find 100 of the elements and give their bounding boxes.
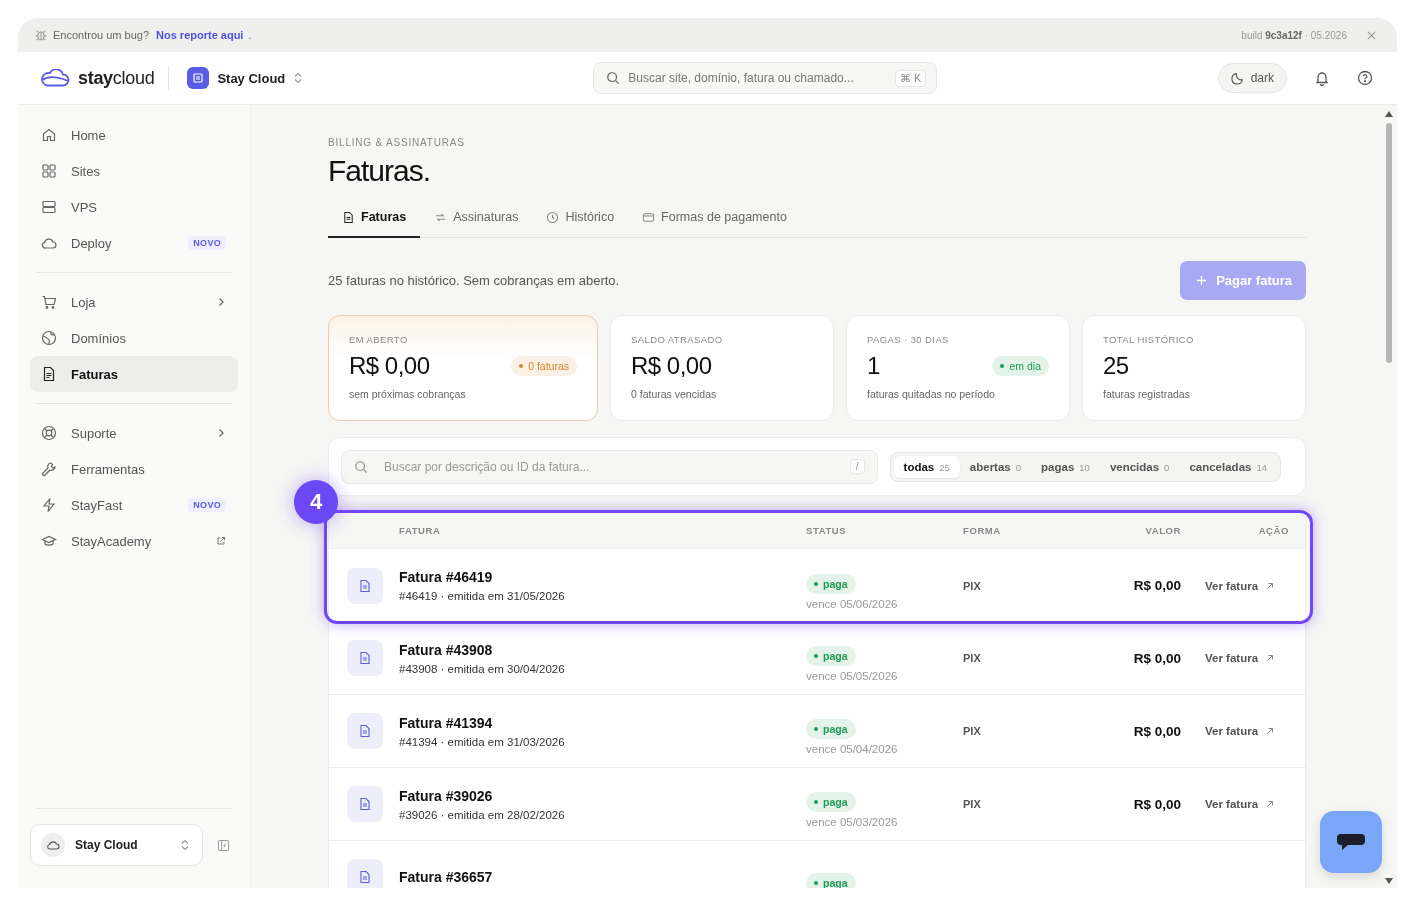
document-icon (347, 713, 383, 749)
view-invoice-link[interactable]: Ver fatura (1205, 579, 1289, 592)
shortcut-key: / (849, 459, 865, 474)
filter-chip[interactable]: todas 25 (893, 455, 960, 478)
filter-chip[interactable]: canceladas 14 (1179, 455, 1277, 478)
sidebar-item[interactable]: Sites (30, 153, 238, 189)
search-input[interactable]: Buscar site, domínio, fatura ou chamado... (628, 69, 887, 87)
stat-note: faturas quitadas no período (867, 388, 996, 400)
column-header: AÇÃO (1257, 524, 1289, 536)
sidebar-item[interactable]: VPS (30, 189, 238, 225)
document-icon (342, 210, 355, 224)
invoice-amount: R$ 0,00 (1132, 723, 1181, 739)
sidebar-label: StayFast (71, 497, 124, 513)
sidebar-label: VPS (71, 199, 98, 215)
view-invoice-link[interactable]: Ver fatura (1205, 798, 1289, 810)
moon-icon (1230, 71, 1245, 85)
banner-period: . (248, 29, 252, 41)
sidebar-label: Sites (71, 163, 101, 179)
invoice-subtitle: #39026 · emitida em 28/02/2026 (399, 808, 566, 821)
sidebar-label: Suporte (71, 425, 118, 441)
help-icon[interactable] (1357, 70, 1373, 86)
cloud-logo-icon (40, 69, 70, 87)
invoice-subtitle: #43908 · emitida em 30/04/2026 (399, 662, 566, 675)
build-version: build 9c3a12f · 05.2026 (1241, 29, 1347, 41)
stat-value: R$ 0,00 (631, 352, 712, 380)
tab[interactable]: Histórico (532, 210, 629, 238)
card-icon (642, 210, 656, 224)
invoice-subtitle: #46419 · emitida em 31/05/2026 (399, 590, 566, 602)
due-date: vence 05/06/2026 (806, 597, 899, 610)
document-icon (347, 859, 383, 888)
stat-value: 1 (867, 352, 880, 380)
sidebar-item[interactable]: StayFast NOVO (30, 487, 238, 523)
sidebar-label: Domínios (71, 330, 127, 346)
graduation-cap-icon (41, 533, 57, 549)
filter-chip[interactable]: pagas 10 (1031, 455, 1100, 478)
arrow-up-right-icon (1266, 800, 1275, 808)
arrow-up-right-icon (1266, 654, 1275, 662)
pill-text: 0 faturas (528, 360, 569, 372)
clock-icon (546, 210, 560, 224)
tab[interactable]: Assinaturas (420, 210, 533, 238)
sidebar-item[interactable]: Ferramentas (30, 451, 238, 487)
invoice-title: Fatura #43908 (399, 641, 494, 659)
filter-chip[interactable]: vencidas 0 (1099, 455, 1180, 478)
search-field[interactable]: Buscar site, domínio, fatura ou chamado... ⌘ K (593, 62, 938, 94)
grid-icon (41, 163, 57, 179)
view-invoice-link[interactable]: Ver fatura (1205, 725, 1289, 737)
invoice-search-input[interactable]: Buscar por descrição ou ID da fatura... (384, 457, 834, 476)
sidebar-item[interactable]: Home (30, 117, 238, 153)
column-header: FATURA (399, 524, 442, 536)
stat-value: R$ 0,00 (349, 352, 430, 380)
workspace-select[interactable]: Stay Cloud (30, 824, 203, 866)
payment-method: PIX (963, 579, 982, 592)
pill-text: paga (823, 723, 848, 735)
collapse-sidebar-icon[interactable] (217, 838, 230, 852)
stat-label: PAGAS · 30 DIAS (867, 334, 950, 345)
logo-wordmark: staycloud (78, 67, 155, 89)
tab[interactable]: Formas de pagamento (628, 210, 801, 238)
up-down-chevron-icon (180, 839, 190, 851)
due-date: vence 05/03/2026 (806, 816, 899, 828)
sidebar-label: Ferramentas (71, 461, 146, 477)
new-badge: NOVO (188, 236, 226, 250)
chevron-right-icon (216, 428, 226, 438)
theme-toggle[interactable]: dark (1217, 63, 1287, 93)
home-icon (41, 127, 57, 143)
search-icon (606, 71, 621, 85)
column-header: STATUS (806, 524, 848, 536)
document-icon (347, 786, 383, 822)
sidebar-item[interactable]: Faturas (30, 356, 238, 392)
sidebar-item[interactable]: Suporte (30, 415, 238, 451)
workspace-switcher[interactable]: Stay Cloud (187, 67, 304, 89)
breadcrumb: BILLING & ASSINATURAS (328, 137, 466, 148)
chat-button[interactable] (1320, 811, 1382, 873)
filter-chip[interactable]: abertas 0 (959, 455, 1032, 478)
bell-icon[interactable] (1314, 70, 1330, 86)
pill-text: em dia (1009, 360, 1041, 372)
sidebar-item[interactable]: Loja (30, 284, 238, 320)
stat-note: faturas registradas (1103, 388, 1191, 400)
external-link-icon (216, 536, 226, 546)
pill-text: paga (823, 796, 848, 808)
up-down-chevron-icon (293, 72, 304, 84)
column-header: VALOR (1144, 524, 1181, 536)
report-link[interactable]: Nos reporte aqui (156, 29, 244, 41)
sidebar-item[interactable]: Deploy NOVO (30, 225, 238, 261)
sidebar-label: Deploy (71, 235, 113, 251)
page-title: Faturas. (328, 154, 432, 188)
tab[interactable]: Faturas (328, 210, 421, 238)
pill-text: paga (823, 577, 848, 590)
sidebar-label: Loja (71, 294, 97, 310)
payment-method: PIX (963, 798, 982, 810)
search-icon (354, 459, 368, 474)
cloud-avatar-icon (41, 833, 65, 857)
view-invoice-link[interactable]: Ver fatura (1205, 652, 1289, 664)
step-badge: 4 (294, 480, 338, 524)
sidebar-item[interactable]: Domínios (30, 320, 238, 356)
sidebar-label: Home (71, 127, 107, 143)
sidebar-label: StayAcademy (71, 533, 153, 549)
document-icon (347, 640, 383, 676)
stat-note: sem próximas cobranças (349, 388, 467, 400)
due-date: vence 05/05/2026 (806, 670, 899, 682)
sidebar-item[interactable]: StayAcademy (30, 523, 238, 559)
